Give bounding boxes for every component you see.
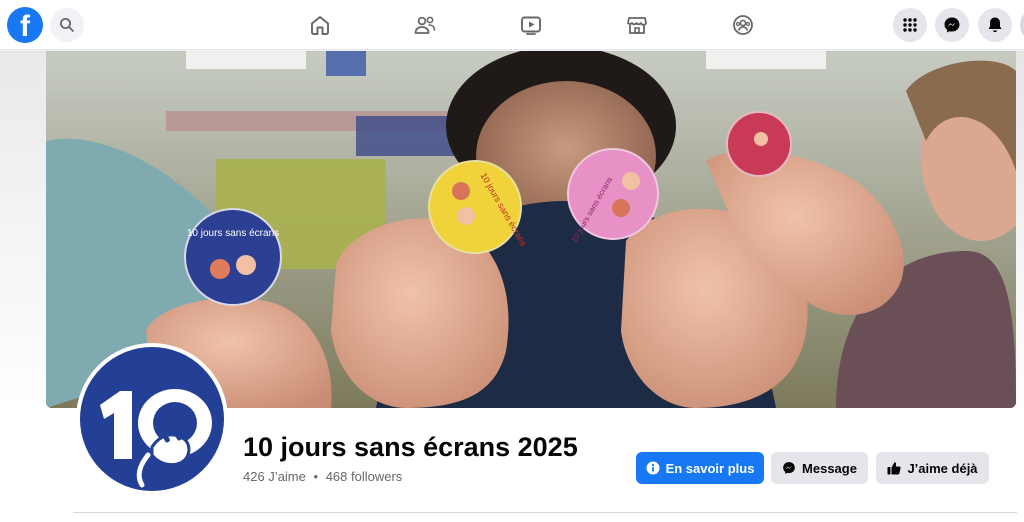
info-icon [646, 461, 660, 475]
top-navigation-bar: f [0, 0, 1024, 50]
liked-button[interactable]: J’aime déjà [876, 452, 989, 484]
thumbs-up-icon [887, 461, 902, 475]
notifications-button[interactable] [978, 8, 1012, 42]
learn-more-label: En savoir plus [665, 460, 755, 476]
message-label: Message [802, 460, 857, 476]
page-stats: 426 J’aime • 468 followers [243, 469, 402, 484]
facebook-logo-letter: f [20, 10, 30, 43]
groups-icon [733, 15, 753, 35]
badge-blue: 10 jours sans écrans [184, 208, 282, 306]
messenger-button[interactable] [935, 8, 969, 42]
tab-home[interactable] [290, 0, 350, 50]
header-divider [73, 512, 1017, 513]
messenger-icon [782, 461, 796, 475]
learn-more-button[interactable]: En savoir plus [636, 452, 764, 484]
bell-icon [988, 17, 1002, 33]
messenger-icon [944, 17, 960, 33]
profile-avatar-button[interactable] [1020, 8, 1024, 42]
menu-button[interactable] [893, 8, 927, 42]
main-nav-tabs [290, 0, 770, 50]
home-icon [311, 16, 329, 35]
followers-count[interactable]: 468 followers [326, 469, 403, 484]
video-icon [521, 16, 541, 35]
marketplace-icon [627, 17, 647, 34]
friends-icon [414, 16, 436, 34]
profile-picture[interactable] [80, 347, 224, 491]
tab-video[interactable] [501, 0, 561, 50]
badge-red [726, 111, 792, 177]
liked-label: J’aime déjà [907, 460, 978, 476]
search-button[interactable] [50, 8, 84, 42]
facebook-logo[interactable]: f [7, 7, 43, 43]
likes-count[interactable]: 426 J’aime [243, 469, 306, 484]
stats-separator: • [313, 469, 319, 484]
tab-friends[interactable] [395, 0, 455, 50]
grid-menu-icon [903, 18, 917, 32]
cover-right-backdrop [1016, 51, 1024, 411]
page-title: 10 jours sans écrans 2025 [243, 432, 578, 462]
tab-marketplace[interactable] [607, 0, 667, 50]
message-button[interactable]: Message [771, 452, 868, 484]
plug-logo [100, 389, 212, 488]
badge-blue-text: 10 jours sans écrans [187, 228, 279, 239]
cover-left-backdrop [0, 51, 46, 411]
search-icon [60, 18, 74, 32]
tab-groups[interactable] [713, 0, 773, 50]
